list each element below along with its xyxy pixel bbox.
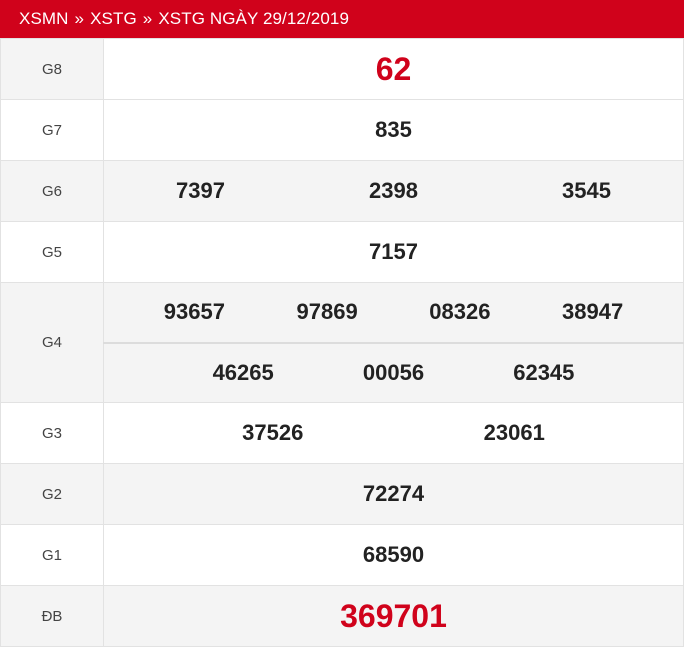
prize-row-g1: G1 68590	[0, 524, 684, 586]
prize-number: 37526	[242, 420, 304, 445]
breadcrumb: XSMN » XSTG » XSTG NGÀY 29/12/2019	[0, 0, 684, 38]
prize-number: 7157	[369, 239, 418, 264]
prize-row-g3: G3 37526 23061	[0, 402, 684, 464]
prize-label: G2	[0, 463, 104, 525]
prize-number: 3545	[562, 178, 611, 203]
prize-row-g2: G2 72274	[0, 463, 684, 525]
breadcrumb-separator: »	[142, 9, 153, 28]
breadcrumb-link-xsmn[interactable]: XSMN	[19, 9, 69, 29]
prize-number: 7397	[176, 178, 225, 203]
prize-number: 2398	[369, 178, 418, 203]
prize-number: 93657	[163, 299, 225, 325]
results-table: G8 62 G7 835 G6 7397 2398 3545 G5 7157 G…	[0, 38, 684, 647]
prize-row-g5: G5 7157	[0, 221, 684, 283]
prize-number: 835	[375, 117, 412, 142]
prize-row-g4: G4 93657 97869 08326 38947	[0, 282, 684, 403]
breadcrumb-separator: »	[74, 9, 85, 28]
breadcrumb-current: XSTG NGÀY 29/12/2019	[158, 9, 350, 28]
prize-row-special: ĐB 369701	[0, 585, 684, 647]
prize-label: ĐB	[0, 585, 104, 647]
prize-number: 97869	[296, 299, 358, 325]
prize-number: 00056	[362, 359, 425, 385]
prize-number: 38947	[562, 299, 624, 325]
prize-number: 62345	[513, 359, 575, 385]
prize-label: G8	[0, 38, 104, 100]
prize-row-g8: G8 62	[0, 38, 684, 100]
prize-label: G4	[0, 282, 104, 403]
prize-label: G1	[0, 524, 104, 586]
prize-number: 23061	[483, 420, 545, 445]
prize-row-g4-second: 46265 00056 62345	[1, 342, 684, 403]
special-prize-number: 369701	[340, 597, 447, 634]
prize-row-g6: G6 7397 2398 3545	[0, 160, 684, 222]
prize-label: G5	[0, 221, 104, 283]
prize-label: G6	[0, 160, 104, 222]
prize-number: 62	[375, 50, 412, 87]
prize-row-g7: G7 835	[0, 99, 684, 161]
breadcrumb-link-xstg[interactable]: XSTG	[90, 9, 137, 29]
prize-number: 46265	[212, 359, 274, 385]
prize-label: G7	[0, 99, 104, 161]
prize-label: G3	[0, 402, 104, 464]
prize-number: 68590	[362, 542, 425, 567]
prize-number: 72274	[362, 481, 425, 506]
prize-number: 08326	[429, 299, 491, 325]
